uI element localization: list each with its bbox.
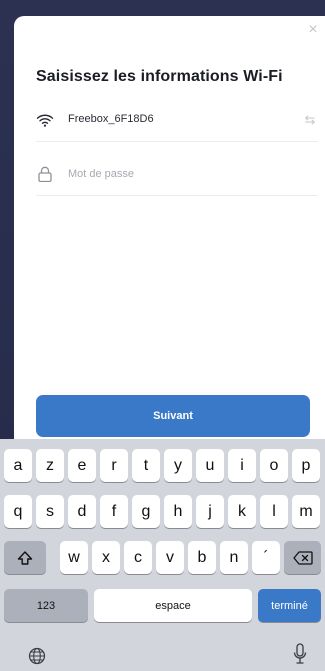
space-key[interactable]: espace [94,589,252,622]
key-n[interactable]: n [220,541,248,574]
key-o[interactable]: o [260,449,288,482]
mic-icon[interactable] [293,643,307,665]
key-l[interactable]: l [260,495,288,528]
next-button[interactable]: Suivant [36,395,310,437]
ssid-value: Freebox_6F18D6 [68,113,154,125]
key-u[interactable]: u [196,449,224,482]
password-field[interactable]: Mot de passe [36,154,318,196]
key-w[interactable]: w [60,541,88,574]
key-i[interactable]: i [228,449,256,482]
key-accent[interactable]: ´ [252,541,280,574]
key-x[interactable]: x [92,541,120,574]
key-r[interactable]: r [100,449,128,482]
key-g[interactable]: g [132,495,160,528]
key-m[interactable]: m [292,495,320,528]
key-d[interactable]: d [68,495,96,528]
key-j[interactable]: j [196,495,224,528]
key-t[interactable]: t [132,449,160,482]
key-c[interactable]: c [124,541,152,574]
key-b[interactable]: b [188,541,216,574]
ssid-field[interactable]: Freebox_6F18D6 ⇆ [36,100,318,142]
key-p[interactable]: p [292,449,320,482]
numbers-key[interactable]: 123 [4,589,88,622]
globe-icon[interactable] [28,647,46,665]
done-key[interactable]: terminé [258,589,321,622]
shift-icon [17,550,33,565]
lock-icon [38,166,52,182]
key-s[interactable]: s [36,495,64,528]
key-z[interactable]: z [36,449,64,482]
wifi-icon [36,114,54,127]
key-h[interactable]: h [164,495,192,528]
password-placeholder: Mot de passe [68,168,135,180]
backspace-icon [292,550,313,565]
key-q[interactable]: q [4,495,32,528]
keyboard: a z e r t y u i o p q s d f g h j k l m … [0,439,325,671]
key-e[interactable]: e [68,449,96,482]
dialog-title: Saisissez les informations Wi-Fi [36,68,283,85]
screen: × Saisissez les informations Wi-Fi Freeb… [0,0,325,671]
backspace-key[interactable] [284,541,321,574]
key-a[interactable]: a [4,449,32,482]
key-v[interactable]: v [156,541,184,574]
key-k[interactable]: k [228,495,256,528]
key-f[interactable]: f [100,495,128,528]
swap-icon[interactable]: ⇆ [302,112,318,128]
key-y[interactable]: y [164,449,192,482]
shift-key[interactable] [4,541,46,574]
close-icon[interactable]: × [305,22,321,38]
